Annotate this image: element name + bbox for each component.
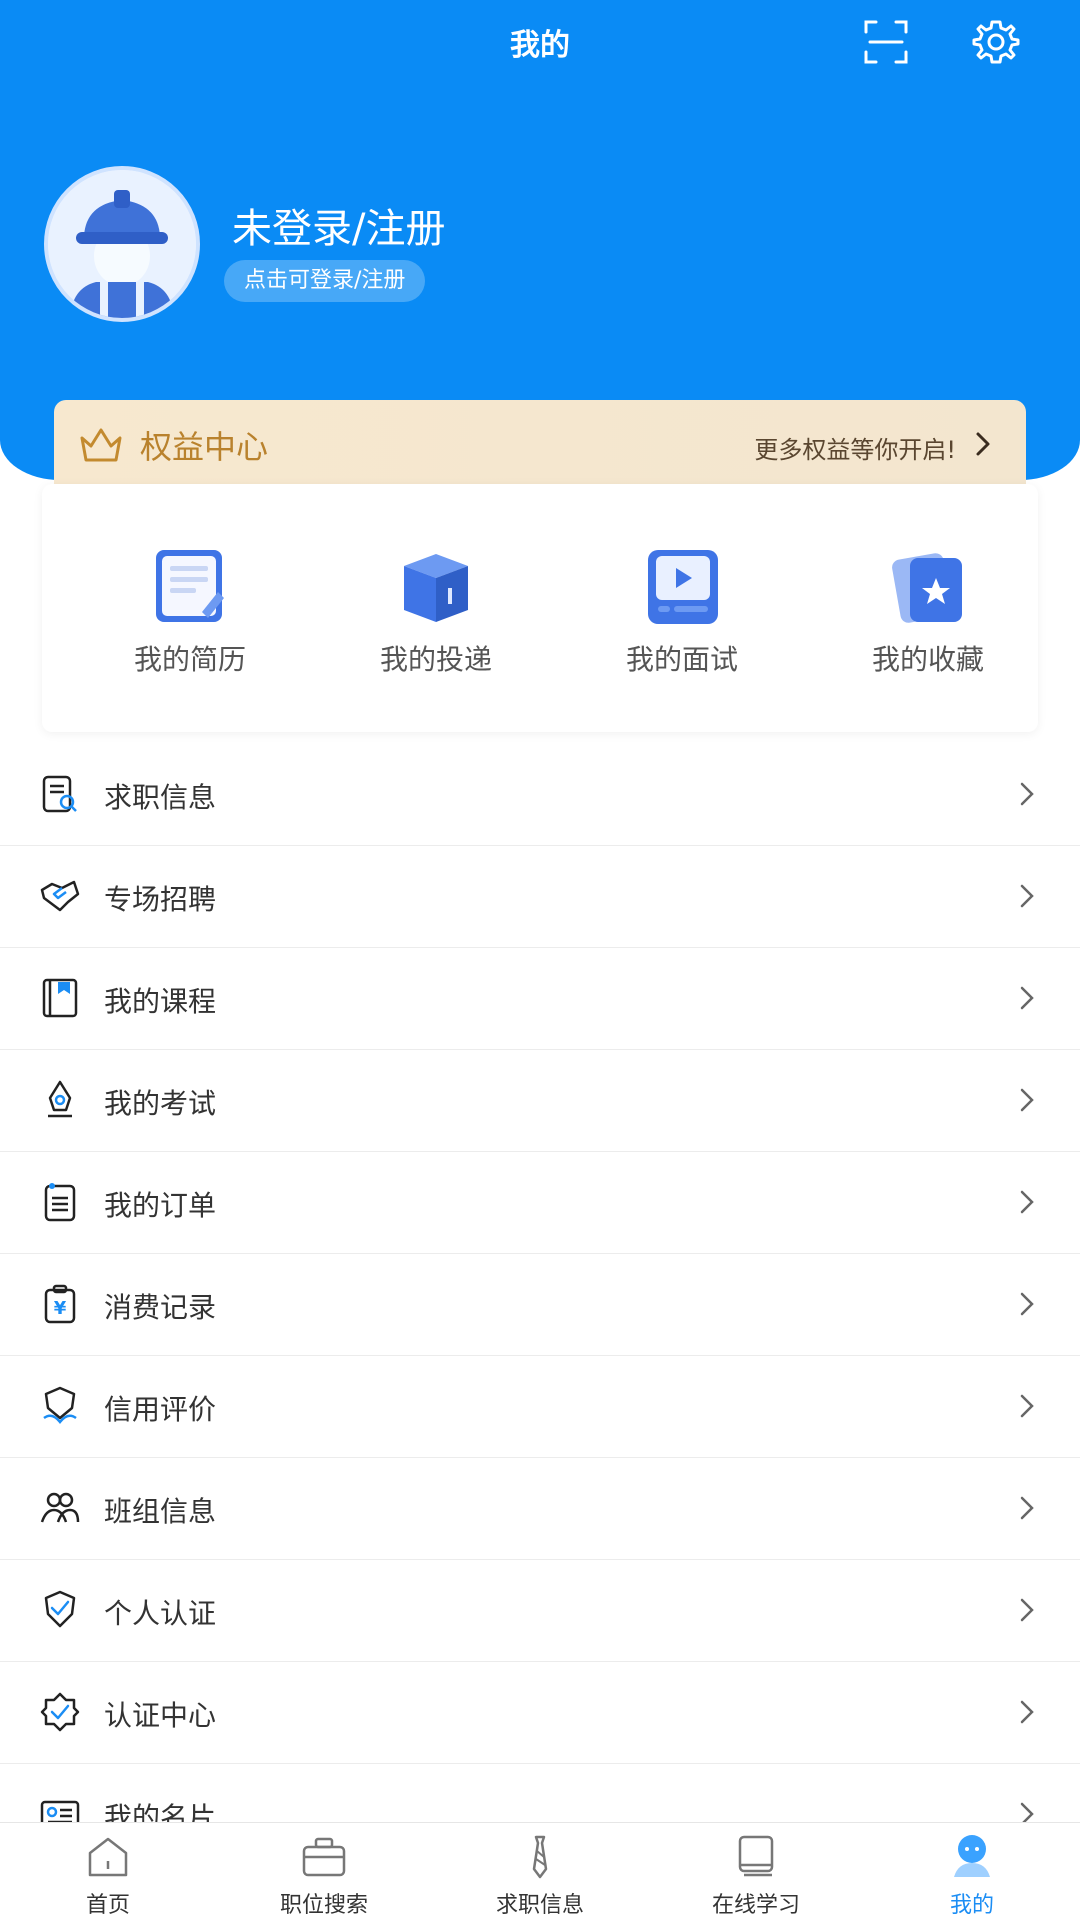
menu-item-team[interactable]: 班组信息	[0, 1458, 1080, 1560]
team-people-icon	[40, 1492, 80, 1523]
menu-item-my-course[interactable]: 我的课程	[0, 948, 1080, 1050]
verify-badge-icon	[40, 1692, 80, 1732]
tab-home[interactable]: 首页	[0, 1823, 216, 1919]
chevron-right-icon	[1020, 1292, 1034, 1316]
tab-label: 首页	[85, 1893, 130, 1918]
menu-item-personal-verify[interactable]: 个人认证	[0, 1560, 1080, 1662]
consumption-yen-icon: ¥	[44, 1284, 76, 1324]
quick-label: 我的面试	[625, 643, 738, 676]
menu-item-consumption[interactable]: ¥ 消费记录	[0, 1254, 1080, 1356]
handshake-icon	[40, 880, 80, 912]
tab-my[interactable]: 我的	[864, 1823, 1080, 1919]
menu-list: 求职信息 专场招聘 我的课程 我的考试 我的订单 ¥ 消费记录 信用评价 班组信…	[0, 744, 1080, 1866]
quick-actions-card: 我的简历 我的投递 我的面试 我的收藏	[42, 484, 1038, 732]
worker-avatar-icon	[48, 170, 196, 318]
menu-label: 求职信息	[104, 781, 217, 814]
menu-label: 班组信息	[104, 1495, 217, 1528]
rights-more-text: 更多权益等你开启!	[754, 436, 956, 464]
menu-label: 消费记录	[104, 1291, 217, 1324]
svg-text:¥: ¥	[54, 1298, 67, 1319]
login-hint-chip[interactable]: 点击可登录/注册	[224, 260, 426, 302]
chevron-right-icon	[1020, 1190, 1034, 1214]
tab-label: 求职信息	[495, 1893, 584, 1918]
tab-job-info[interactable]: 求职信息	[432, 1823, 648, 1919]
chevron-right-icon	[1020, 1700, 1034, 1724]
tab-label: 职位搜索	[279, 1893, 368, 1918]
menu-item-my-order[interactable]: 我的订单	[0, 1152, 1080, 1254]
home-icon	[88, 1837, 128, 1877]
menu-label: 个人认证	[104, 1597, 217, 1630]
quick-item-favorite[interactable]: 我的收藏	[808, 544, 1048, 678]
crown-icon	[80, 428, 122, 462]
quick-label: 我的简历	[133, 643, 246, 676]
menu-label: 专场招聘	[104, 883, 217, 916]
chevron-right-icon	[1020, 1088, 1034, 1112]
rights-center-banner[interactable]: 权益中心 更多权益等你开启!	[54, 400, 1026, 488]
chevron-right-icon	[1020, 884, 1034, 908]
settings-button[interactable]	[970, 16, 1022, 68]
scan-icon	[864, 20, 908, 64]
resume-icon	[156, 550, 224, 622]
book-icon	[738, 1835, 774, 1877]
job-info-icon	[42, 775, 77, 813]
interview-video-icon	[648, 550, 718, 624]
tab-online-learning[interactable]: 在线学习	[648, 1823, 864, 1919]
tab-job-search[interactable]: 职位搜索	[216, 1823, 432, 1919]
briefcase-icon	[302, 1837, 346, 1877]
tab-label: 在线学习	[711, 1893, 800, 1918]
scan-button[interactable]	[860, 16, 912, 68]
quick-item-delivery[interactable]: 我的投递	[316, 544, 556, 678]
menu-item-verify-center[interactable]: 认证中心	[0, 1662, 1080, 1764]
menu-label: 我的订单	[104, 1189, 217, 1222]
login-title[interactable]: 未登录/注册	[232, 196, 445, 254]
menu-item-special-recruit[interactable]: 专场招聘	[0, 846, 1080, 948]
favorite-star-icon	[892, 553, 962, 623]
exam-pen-icon	[48, 1080, 72, 1118]
quick-item-resume[interactable]: 我的简历	[70, 544, 310, 678]
tab-label: 我的	[949, 1893, 994, 1918]
chevron-right-icon	[1020, 782, 1034, 806]
chevron-right-icon	[1020, 1598, 1034, 1622]
menu-item-my-exam[interactable]: 我的考试	[0, 1050, 1080, 1152]
quick-item-interview[interactable]: 我的面试	[562, 544, 802, 678]
delivery-box-icon	[404, 554, 468, 622]
profile-face-icon	[954, 1835, 990, 1877]
quick-label: 我的投递	[379, 643, 492, 676]
order-list-icon	[44, 1183, 76, 1222]
quick-label: 我的收藏	[871, 643, 984, 676]
credit-shield-icon	[43, 1386, 77, 1425]
menu-label: 我的考试	[104, 1087, 217, 1120]
gear-icon	[972, 20, 1020, 64]
menu-item-job-info[interactable]: 求职信息	[0, 744, 1080, 846]
chevron-right-icon	[1020, 1394, 1034, 1418]
page-title: 我的	[510, 28, 570, 63]
menu-label: 信用评价	[104, 1393, 217, 1426]
menu-label: 我的课程	[104, 985, 217, 1018]
personal-verify-icon	[44, 1590, 76, 1628]
chevron-right-icon	[1020, 1496, 1034, 1520]
chevron-right-icon	[976, 432, 990, 456]
menu-item-credit[interactable]: 信用评价	[0, 1356, 1080, 1458]
avatar[interactable]	[44, 166, 200, 322]
menu-label: 认证中心	[104, 1699, 217, 1732]
chevron-right-icon	[1020, 986, 1034, 1010]
course-book-icon	[42, 978, 78, 1018]
rights-title: 权益中心	[140, 428, 269, 466]
bottom-tab-bar: 首页 职位搜索 求职信息 在线学习 我的	[0, 1822, 1080, 1921]
tie-icon	[532, 1835, 548, 1879]
